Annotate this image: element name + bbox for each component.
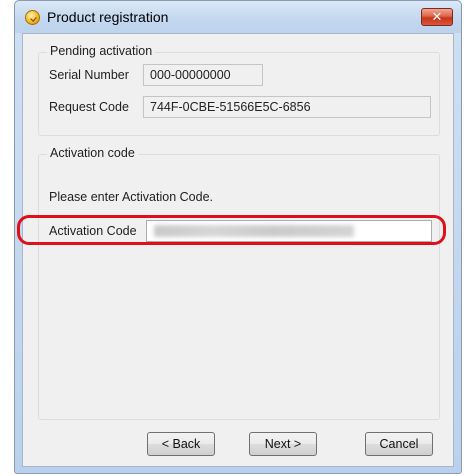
activation-code-label: Activation Code [49, 224, 137, 238]
activation-code-group: Activation code Please enter Activation … [38, 146, 440, 420]
activation-code-caption: Activation code [47, 146, 138, 160]
next-button[interactable]: Next > [249, 432, 317, 456]
pending-activation-caption: Pending activation [47, 44, 156, 58]
app-icon [25, 10, 40, 25]
title-bar[interactable]: Product registration ✕ [15, 1, 461, 33]
request-code-field[interactable]: 744F-0CBE-51566E5C-6856 [143, 96, 431, 118]
close-button[interactable]: ✕ [421, 8, 453, 26]
serial-number-field[interactable]: 000-00000000 [143, 64, 263, 86]
activation-prompt: Please enter Activation Code. [49, 190, 213, 204]
serial-number-label: Serial Number [49, 68, 129, 82]
product-registration-window: Product registration ✕ Pending activatio… [14, 0, 462, 474]
window-title: Product registration [47, 9, 169, 25]
request-code-label: Request Code [49, 100, 129, 114]
activation-code-input[interactable] [146, 220, 432, 242]
redacted-code-blur [154, 225, 354, 237]
back-button[interactable]: < Back [147, 432, 215, 456]
close-icon: ✕ [431, 9, 443, 24]
dialog-body: Pending activation Serial Number 000-000… [22, 33, 454, 467]
cancel-button[interactable]: Cancel [365, 432, 433, 456]
pending-activation-group: Pending activation Serial Number 000-000… [38, 44, 440, 136]
